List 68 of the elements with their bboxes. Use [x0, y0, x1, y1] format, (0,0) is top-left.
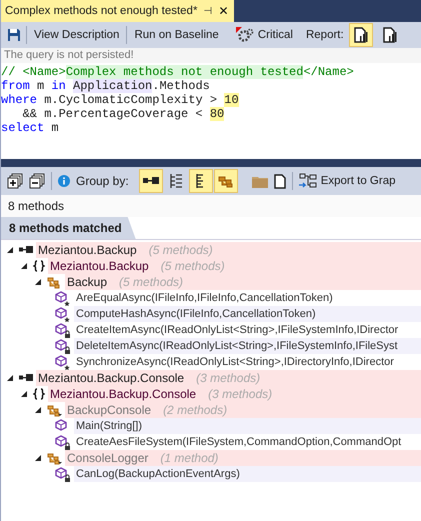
- namespace-name[interactable]: Meziantou.Backup: [50, 259, 149, 273]
- export-to-graph-button[interactable]: Export to Grap: [298, 173, 396, 189]
- assembly-icon: [19, 374, 33, 382]
- method-count: (1 method): [160, 451, 218, 465]
- expander-icon[interactable]: [21, 263, 27, 269]
- expand-all-icon[interactable]: [7, 173, 23, 189]
- info-icon: [58, 175, 70, 187]
- method-count: (5 methods): [148, 243, 213, 257]
- graph-export-icon: [298, 173, 317, 189]
- report-icon: [354, 27, 368, 43]
- assembly-icon: [142, 177, 159, 185]
- method-name[interactable]: Main(String[]): [76, 420, 142, 432]
- notice-text: The query is not persisted!: [1, 48, 421, 63]
- method-name[interactable]: CreateItemAsync(IReadOnlyList<String>,IFileSystemInfo,IDirector: [76, 324, 398, 336]
- code-line: where m.CyclomaticComplexity > 10: [1, 93, 240, 107]
- assembly-name[interactable]: Meziantou.Backup.Console: [38, 371, 184, 385]
- method-count: (2 methods): [163, 403, 228, 417]
- namespace-name[interactable]: Meziantou.Backup.Console: [50, 387, 196, 401]
- expander-icon[interactable]: [35, 455, 41, 461]
- namespace-icon: [33, 260, 45, 272]
- report-button[interactable]: [348, 23, 373, 47]
- assembly-name[interactable]: Meziantou.Backup: [38, 243, 137, 257]
- expander-icon[interactable]: [35, 279, 41, 285]
- method-count: (3 methods): [196, 371, 260, 385]
- document-tab[interactable]: Complex methods not enough tested* ⊣ ✕: [1, 0, 234, 22]
- namespace-icon: [33, 388, 45, 400]
- code-line: select m: [1, 121, 60, 135]
- list-icon: [196, 173, 206, 189]
- type-name[interactable]: Backup: [67, 275, 108, 289]
- class-icon: [47, 276, 62, 288]
- expander-icon[interactable]: [7, 247, 13, 253]
- type-name[interactable]: BackupConsole: [67, 403, 152, 417]
- pin-button[interactable]: ⊣: [203, 5, 212, 17]
- collapse-all-icon[interactable]: [29, 173, 45, 189]
- run-on-baseline-button[interactable]: Run on Baseline: [132, 27, 221, 43]
- expander-icon[interactable]: [7, 375, 13, 381]
- type-name[interactable]: ConsoleLogger: [67, 451, 148, 465]
- class-icon: [47, 452, 62, 464]
- critical-button[interactable]: Critical: [234, 25, 295, 45]
- view-description-button[interactable]: View Description: [32, 27, 122, 43]
- code-line: // <Name>Complex methods not enough tested</Name>: [1, 65, 355, 79]
- result-count: 8 methods: [1, 195, 421, 217]
- group-by-button[interactable]: [188, 169, 213, 193]
- group-by-button[interactable]: [138, 169, 163, 193]
- code-line: from m in Application.Methods: [1, 79, 211, 93]
- method-count: (5 methods): [119, 275, 184, 289]
- document-icon[interactable]: [274, 174, 286, 188]
- report-icon: [382, 27, 397, 43]
- group-by-label: Group by:: [76, 174, 129, 188]
- tab-title: Complex methods not enough tested*: [5, 5, 198, 17]
- expander-icon[interactable]: [35, 407, 41, 413]
- tree-list-icon: [170, 173, 182, 189]
- method-name[interactable]: SynchronizeAsync(IReadOnlyList<String>,IDirectoryInfo,IDirector: [76, 356, 394, 368]
- results-header-tab[interactable]: 8 methods matched: [1, 217, 136, 239]
- code-editor[interactable]: // <Name>Complex methods not enough tested</Name> from m in Application.Methods where m.CyclomaticComplexity > 10 && m.PercentageCoverage < 80 select m: [1, 63, 421, 159]
- class-icon: [218, 174, 234, 188]
- method-count: (5 methods): [160, 259, 225, 273]
- save-icon[interactable]: [7, 28, 21, 42]
- method-name[interactable]: AreEqualAsync(IFileInfo,IFileInfo,CancellationToken): [76, 292, 333, 304]
- method-count: (3 methods): [208, 387, 272, 401]
- expander-icon[interactable]: [21, 391, 27, 397]
- class-icon: [47, 404, 62, 416]
- gear-icon: [236, 27, 254, 43]
- code-line: && m.PercentageCoverage < 80: [22, 107, 226, 121]
- report-label: Report:: [306, 29, 344, 41]
- method-name[interactable]: CreateAesFileSystem(IFileSystem,CommandOption,CommandOpt: [76, 436, 402, 448]
- assembly-icon: [19, 246, 33, 254]
- close-button[interactable]: ✕: [218, 4, 228, 18]
